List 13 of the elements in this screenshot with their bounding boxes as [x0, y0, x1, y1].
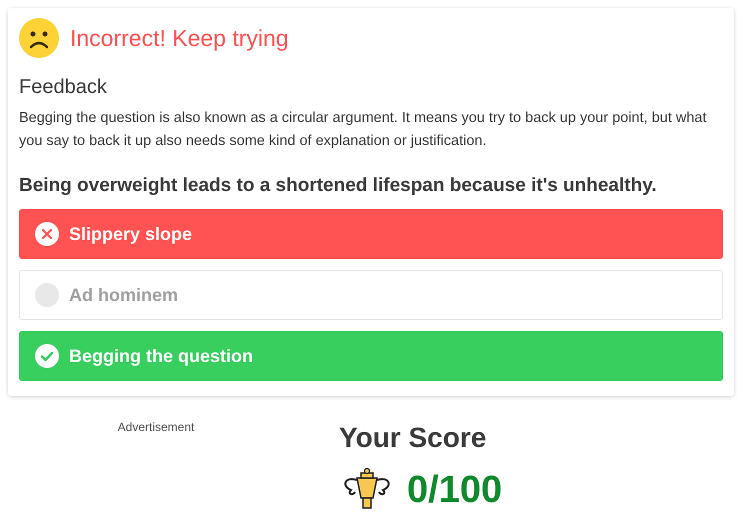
- feedback-text: Begging the question is also known as a circular argument. It means you try to back up your point, but what you say to back it up also needs some kind of explanation or justification.: [19, 109, 708, 151]
- feedback-heading: Feedback: [19, 76, 108, 99]
- answer-option[interactable]: Begging the question: [19, 331, 723, 381]
- check-icon: [35, 344, 59, 368]
- answer-option[interactable]: Slippery slope: [19, 209, 723, 259]
- question-text: Being overweight leads to a shortened lifespan because it's unhealthy.: [19, 175, 658, 197]
- score-heading: Your Score: [339, 422, 488, 454]
- score-value: 0/100: [407, 468, 502, 512]
- result-title: Incorrect! Keep trying: [70, 24, 289, 52]
- answer-option[interactable]: Ad hominem: [19, 270, 723, 320]
- cross-icon: [35, 222, 59, 246]
- sad-face-icon: [19, 18, 59, 58]
- advertisement-label: Advertisement: [118, 420, 194, 436]
